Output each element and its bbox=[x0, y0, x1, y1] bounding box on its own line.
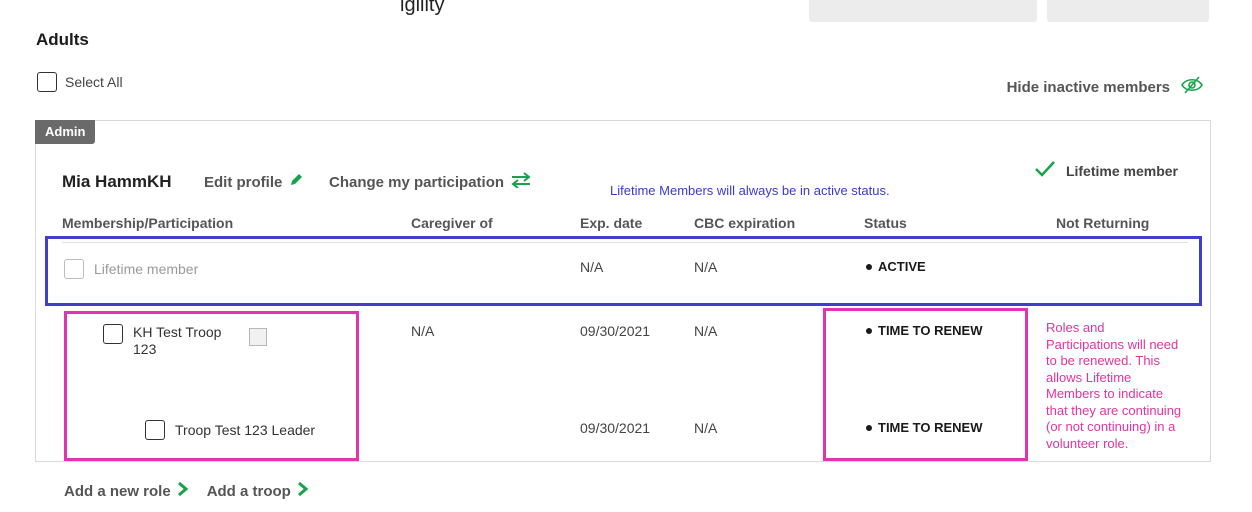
annotation-box-blue bbox=[45, 236, 1202, 306]
pencil-icon bbox=[288, 172, 304, 192]
add-new-role-link[interactable]: Add a new role bbox=[64, 481, 189, 501]
select-all-checkbox[interactable] bbox=[37, 72, 57, 92]
add-troop-label: Add a troop bbox=[206, 482, 291, 500]
header-cbc: CBC expiration bbox=[694, 215, 796, 231]
exp-date-cell: 09/30/2021 bbox=[580, 420, 651, 436]
exp-date-cell: 09/30/2021 bbox=[580, 323, 651, 339]
section-title: Adults bbox=[36, 30, 89, 49]
chevron-right-icon bbox=[177, 481, 189, 501]
cbc-cell: N/A bbox=[694, 420, 718, 436]
lifetime-member-badge: Lifetime member bbox=[1034, 160, 1178, 181]
chevron-right-icon bbox=[297, 481, 309, 501]
lifetime-member-label: Lifetime member bbox=[1065, 162, 1178, 179]
add-new-role-label: Add a new role bbox=[64, 482, 171, 500]
header-not-returning: Not Returning bbox=[1056, 215, 1150, 231]
top-button-right[interactable] bbox=[1047, 0, 1209, 22]
select-all[interactable]: Select All bbox=[37, 72, 123, 92]
annotation-box-pink-membership bbox=[64, 311, 359, 461]
member-name: Mia HammKH bbox=[62, 172, 172, 191]
select-all-label: Select All bbox=[65, 74, 123, 90]
eye-slash-icon bbox=[1180, 76, 1204, 98]
lifetime-status-note: Lifetime Members will always be in activ… bbox=[610, 183, 890, 198]
renewal-note: Roles and Participations will need to be… bbox=[1046, 320, 1182, 451]
caregiver-cell: N/A bbox=[411, 323, 435, 339]
hide-inactive-label: Hide inactive members bbox=[1006, 78, 1170, 96]
swap-arrows-icon bbox=[510, 172, 532, 192]
hide-inactive-toggle[interactable]: Hide inactive members bbox=[1007, 76, 1204, 98]
cbc-cell: N/A bbox=[694, 323, 718, 339]
admin-tag: Admin bbox=[35, 120, 96, 144]
header-membership: Membership/Participation bbox=[62, 215, 234, 231]
edit-profile-link[interactable]: Edit profile bbox=[204, 172, 304, 192]
header-exp-date: Exp. date bbox=[580, 215, 643, 231]
add-troop-link[interactable]: Add a troop bbox=[207, 481, 309, 501]
change-participation-link[interactable]: Change my participation bbox=[329, 172, 532, 192]
checkmark-icon bbox=[1034, 160, 1056, 181]
top-button-left[interactable] bbox=[809, 0, 1037, 22]
header-status: Status bbox=[864, 215, 907, 231]
bottom-actions: Add a new role Add a troop bbox=[64, 481, 309, 501]
edit-profile-label: Edit profile bbox=[204, 173, 283, 191]
top-caption: igility bbox=[400, 0, 445, 16]
header-caregiver: Caregiver of bbox=[411, 215, 493, 231]
change-participation-label: Change my participation bbox=[329, 173, 505, 191]
annotation-box-pink-status bbox=[823, 308, 1028, 461]
